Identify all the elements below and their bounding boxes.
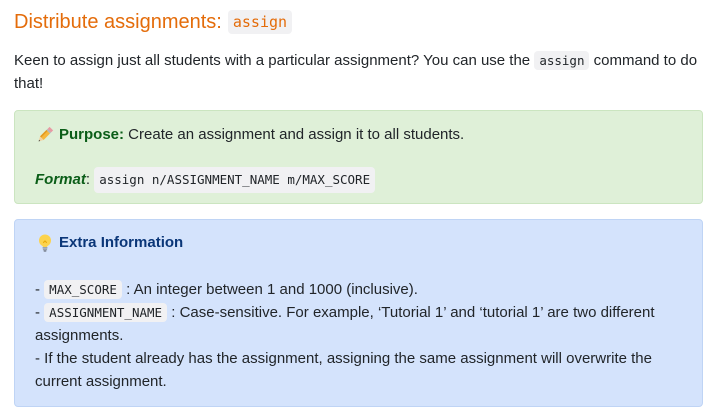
extra-info-box: Extra Information - MAX_SCORE : An integ… [14,219,703,407]
intro-command-code: assign [534,51,590,70]
heading-text: Distribute assignments: [14,10,222,33]
item-text: : An integer between 1 and 1000 (inclusi… [121,281,418,298]
list-item: - ASSIGNMENT_NAME : Case-sensitive. For … [35,301,682,347]
assignment-name-code: ASSIGNMENT_NAME [44,303,168,322]
purpose-text: Create an assignment and assign it to al… [124,126,465,143]
item-dash: - [35,281,45,298]
item-text: If the student already has the assignmen… [35,350,652,390]
intro-paragraph: Keen to assign just all students with a … [14,49,703,95]
format-code: assign n/ASSIGNMENT_NAME m/MAX_SCORE [94,167,376,193]
document: Distribute assignments: assign Keen to a… [0,0,703,407]
pencil-icon [35,125,55,145]
lightbulb-icon [35,233,55,253]
extra-info-title: Extra Information [59,234,184,251]
format-label: Format [35,171,86,188]
item-dash: - [35,350,45,367]
extra-info-list: - MAX_SCORE : An integer between 1 and 1… [35,278,682,393]
max-score-code: MAX_SCORE [44,280,122,299]
format-line: Format : assign n/ASSIGNMENT_NAME m/MAX_… [35,167,682,193]
list-item: - If the student already has the assignm… [35,347,682,393]
purpose-line: Purpose: Create an assignment and assign… [35,124,682,146]
item-dash: - [35,304,45,321]
intro-text-before: Keen to assign just all students with a … [14,52,535,69]
list-item: - MAX_SCORE : An integer between 1 and 1… [35,278,682,301]
purpose-label: Purpose: [59,126,125,143]
heading-code: assign [227,10,293,34]
section-heading: Distribute assignments: assign [14,0,703,36]
extra-info-heading: Extra Information [35,232,682,254]
purpose-box: Purpose: Create an assignment and assign… [14,110,703,204]
format-colon: : [85,171,95,188]
